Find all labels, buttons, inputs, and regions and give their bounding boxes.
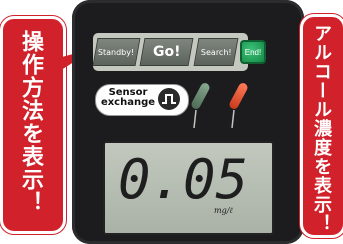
end-label: End! [244, 47, 262, 57]
sensor-exchange-glyph [162, 94, 176, 104]
alcohol-reading: 0.05 [118, 148, 249, 211]
standby-button[interactable]: Standby! [92, 38, 141, 66]
search-label: Search! [200, 47, 232, 57]
sensor-label-line2: exchange [100, 97, 156, 108]
operation-callout-text: 操作方法を表示！ [18, 30, 43, 214]
concentration-callout-text: アルコール濃度を表示！ [311, 24, 332, 233]
end-button[interactable]: End! [240, 40, 266, 64]
sensor-exchange-icon [158, 88, 180, 110]
standby-label: Standby! [98, 47, 135, 57]
search-button[interactable]: Search! [193, 38, 239, 66]
reading-unit: mg/ℓ [214, 206, 233, 215]
go-button[interactable]: Go! [139, 38, 194, 66]
go-label: Go! [152, 44, 181, 60]
sensor-exchange-label: Sensor exchange [100, 88, 156, 108]
